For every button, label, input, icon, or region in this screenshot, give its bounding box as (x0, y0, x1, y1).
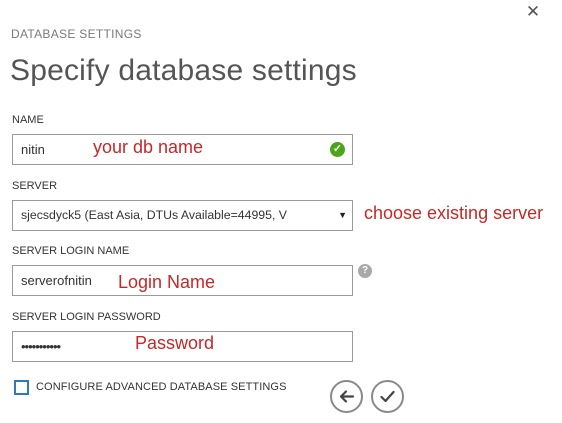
page-title: Specify database settings (10, 54, 357, 87)
login-value: serverofnitin (21, 273, 92, 288)
name-annotation: your db name (93, 137, 204, 157)
check-circle-icon: ✓ (330, 142, 345, 157)
chevron-down-icon: ▼ (338, 210, 347, 220)
close-icon[interactable]: ✕ (524, 3, 542, 21)
name-label: NAME (12, 114, 44, 126)
login-label: SERVER LOGIN NAME (12, 245, 130, 257)
checkmark-icon (380, 390, 395, 403)
password-annotation: Password (135, 333, 215, 353)
server-label: SERVER (12, 180, 58, 192)
login-annotation: Login Name (118, 272, 216, 292)
confirm-button[interactable] (371, 380, 404, 413)
name-value: nitin (21, 142, 45, 157)
server-annotation: choose existing server (364, 203, 544, 223)
question-circle-icon[interactable]: ? (358, 264, 372, 278)
advanced-settings-label[interactable]: CONFIGURE ADVANCED DATABASE SETTINGS (36, 381, 287, 393)
server-select[interactable]: sjecsdyck5 (East Asia, DTUs Available=44… (12, 200, 353, 231)
database-settings-dialog: ✕ DATABASE SETTINGS Specify database set… (0, 0, 562, 423)
back-button[interactable] (330, 380, 363, 413)
password-value: ••••••••••• (21, 339, 61, 354)
server-value: sjecsdyck5 (East Asia, DTUs Available=44… (21, 208, 287, 222)
arrow-left-icon (339, 390, 355, 403)
password-label: SERVER LOGIN PASSWORD (12, 311, 161, 323)
section-label: DATABASE SETTINGS (11, 27, 142, 41)
advanced-settings-checkbox[interactable] (14, 380, 29, 395)
